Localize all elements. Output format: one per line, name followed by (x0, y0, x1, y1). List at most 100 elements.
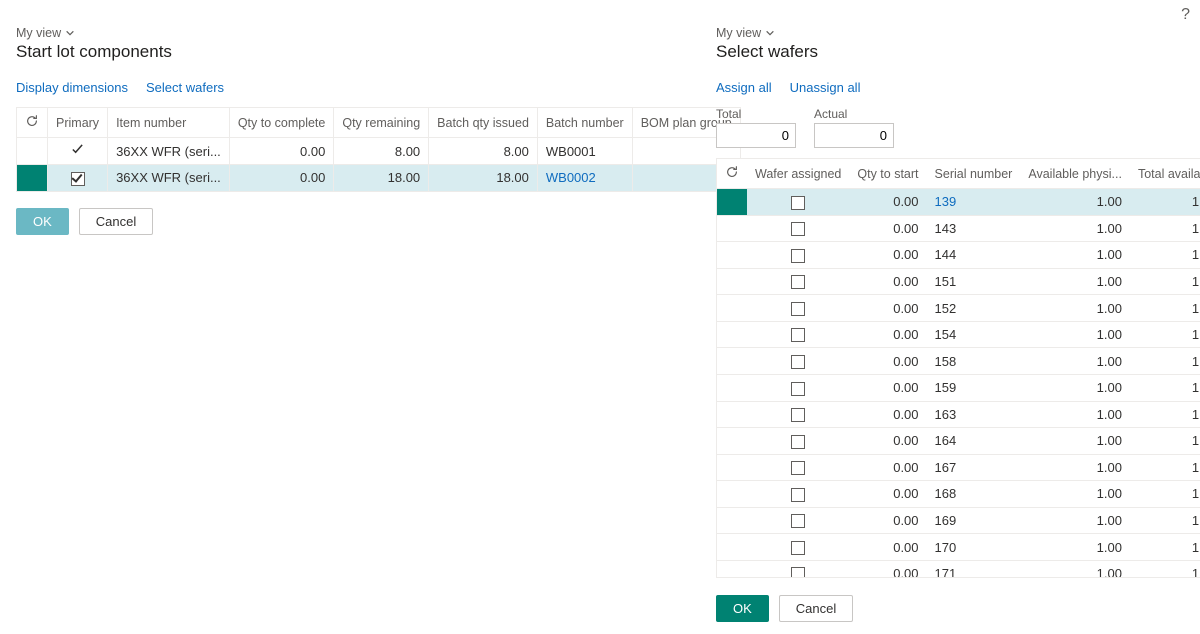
table-row[interactable]: 0.001691.001.00 (717, 507, 1200, 534)
table-row[interactable]: 0.001511.001.00 (717, 268, 1200, 295)
cell-total-avail: 1.00 (1130, 242, 1200, 269)
cell-avail-phys: 1.00 (1020, 454, 1130, 481)
table-row[interactable]: 36XX WFR (seri...0.0018.0018.00WB0002 (17, 165, 741, 192)
cell-avail-phys: 1.00 (1020, 215, 1130, 242)
wafer-checkbox[interactable] (791, 541, 805, 555)
col-wafer[interactable]: Wafer assigned (747, 159, 849, 189)
wafer-checkbox[interactable] (791, 488, 805, 502)
cell-qty-start: 0.00 (849, 189, 926, 216)
batch-link[interactable]: WB0002 (546, 170, 596, 185)
cell-avail-phys: 1.00 (1020, 374, 1130, 401)
wafer-checkbox[interactable] (791, 302, 805, 316)
chevron-down-icon (65, 28, 75, 38)
wafers-table: Wafer assigned Qty to start Serial numbe… (717, 159, 1200, 578)
cell-serial: 164 (927, 428, 1021, 455)
link-display-dimensions[interactable]: Display dimensions (16, 80, 128, 95)
wafer-checkbox[interactable] (791, 355, 805, 369)
total-label: Total (716, 107, 796, 121)
cell-serial: 171 (927, 560, 1021, 578)
wafer-checkbox[interactable] (791, 435, 805, 449)
cell-avail-phys: 1.00 (1020, 189, 1130, 216)
col-batch-no[interactable]: Batch number (537, 108, 632, 138)
serial-link[interactable]: 139 (935, 194, 957, 209)
table-row[interactable]: 0.001681.001.00 (717, 481, 1200, 508)
cell-qty-start: 0.00 (849, 507, 926, 534)
chevron-down-icon (765, 28, 775, 38)
total-input[interactable] (716, 123, 796, 148)
link-unassign-all[interactable]: Unassign all (790, 80, 861, 95)
table-row[interactable]: 0.001581.001.00 (717, 348, 1200, 375)
cell-avail-phys: 1.00 (1020, 295, 1130, 322)
wafer-checkbox[interactable] (791, 275, 805, 289)
wafer-checkbox[interactable] (791, 514, 805, 528)
left-cancel-button[interactable]: Cancel (79, 208, 153, 235)
wafer-checkbox[interactable] (791, 222, 805, 236)
right-myview-dropdown[interactable]: My view (716, 26, 1200, 40)
primary-checkbox[interactable] (71, 172, 85, 186)
cell-item: 36XX WFR (seri... (108, 165, 230, 192)
table-row[interactable]: 0.001541.001.00 (717, 321, 1200, 348)
left-ok-button[interactable]: OK (16, 208, 69, 235)
cell-serial: 168 (927, 481, 1021, 508)
table-row[interactable]: 0.001701.001.00 (717, 534, 1200, 561)
cell-total-avail: 1.00 (1130, 215, 1200, 242)
col-qty-complete[interactable]: Qty to complete (229, 108, 334, 138)
table-row[interactable]: 0.00 139 1.001.00 (717, 189, 1200, 216)
link-select-wafers[interactable]: Select wafers (146, 80, 224, 95)
wafer-checkbox[interactable] (791, 382, 805, 396)
wafer-checkbox[interactable] (791, 249, 805, 263)
refresh-button[interactable] (17, 108, 48, 138)
cell-qty-start: 0.00 (849, 321, 926, 348)
cell-total-avail: 1.00 (1130, 189, 1200, 216)
table-row[interactable]: 0.001711.001.00 (717, 560, 1200, 578)
cell-qty-start: 0.00 (849, 215, 926, 242)
refresh-button[interactable] (717, 159, 747, 189)
cell-qty-start: 0.00 (849, 534, 926, 561)
cell-qty-start: 0.00 (849, 428, 926, 455)
cell-serial: 170 (927, 534, 1021, 561)
table-row[interactable]: 0.001431.001.00 (717, 215, 1200, 242)
cell-qty-complete: 0.00 (229, 165, 334, 192)
wafer-checkbox[interactable] (791, 196, 805, 210)
actual-input[interactable] (814, 123, 894, 148)
cell-qty-start: 0.00 (849, 374, 926, 401)
wafer-checkbox[interactable] (791, 461, 805, 475)
link-assign-all[interactable]: Assign all (716, 80, 772, 95)
table-row[interactable]: 0.001641.001.00 (717, 428, 1200, 455)
wafer-checkbox[interactable] (791, 408, 805, 422)
cell-serial: 152 (927, 295, 1021, 322)
col-batch-qty[interactable]: Batch qty issued (429, 108, 538, 138)
col-serial[interactable]: Serial number (927, 159, 1021, 189)
cell-serial: 154 (927, 321, 1021, 348)
right-ok-button[interactable]: OK (716, 595, 769, 622)
col-primary[interactable]: Primary (48, 108, 108, 138)
cell-serial: 158 (927, 348, 1021, 375)
cell-qty-start: 0.00 (849, 481, 926, 508)
cell-avail-phys: 1.00 (1020, 481, 1130, 508)
col-item[interactable]: Item number (108, 108, 230, 138)
cell-total-avail: 1.00 (1130, 481, 1200, 508)
table-row[interactable]: 36XX WFR (seri...0.008.008.00WB0001 (17, 138, 741, 165)
cell-serial: 151 (927, 268, 1021, 295)
table-row[interactable]: 0.001441.001.00 (717, 242, 1200, 269)
table-row[interactable]: 0.001591.001.00 (717, 374, 1200, 401)
col-qty-start[interactable]: Qty to start (849, 159, 926, 189)
cell-total-avail: 1.00 (1130, 295, 1200, 322)
wafer-checkbox[interactable] (791, 567, 805, 578)
table-row[interactable]: 0.001521.001.00 (717, 295, 1200, 322)
col-qty-remaining[interactable]: Qty remaining (334, 108, 429, 138)
cell-qty-remaining: 8.00 (334, 138, 429, 165)
table-row[interactable]: 0.001671.001.00 (717, 454, 1200, 481)
right-cancel-button[interactable]: Cancel (779, 595, 853, 622)
cell-total-avail: 1.00 (1130, 454, 1200, 481)
cell-total-avail: 1.00 (1130, 321, 1200, 348)
col-avail-phys[interactable]: Available physi... (1020, 159, 1130, 189)
cell-batch-qty: 8.00 (429, 138, 538, 165)
table-row[interactable]: 0.001631.001.00 (717, 401, 1200, 428)
cell-total-avail: 1.00 (1130, 507, 1200, 534)
col-total-avail[interactable]: Total available ⋮ (1130, 159, 1200, 189)
cell-total-avail: 1.00 (1130, 374, 1200, 401)
wafer-checkbox[interactable] (791, 328, 805, 342)
cell-avail-phys: 1.00 (1020, 348, 1130, 375)
left-myview-dropdown[interactable]: My view (16, 26, 684, 40)
